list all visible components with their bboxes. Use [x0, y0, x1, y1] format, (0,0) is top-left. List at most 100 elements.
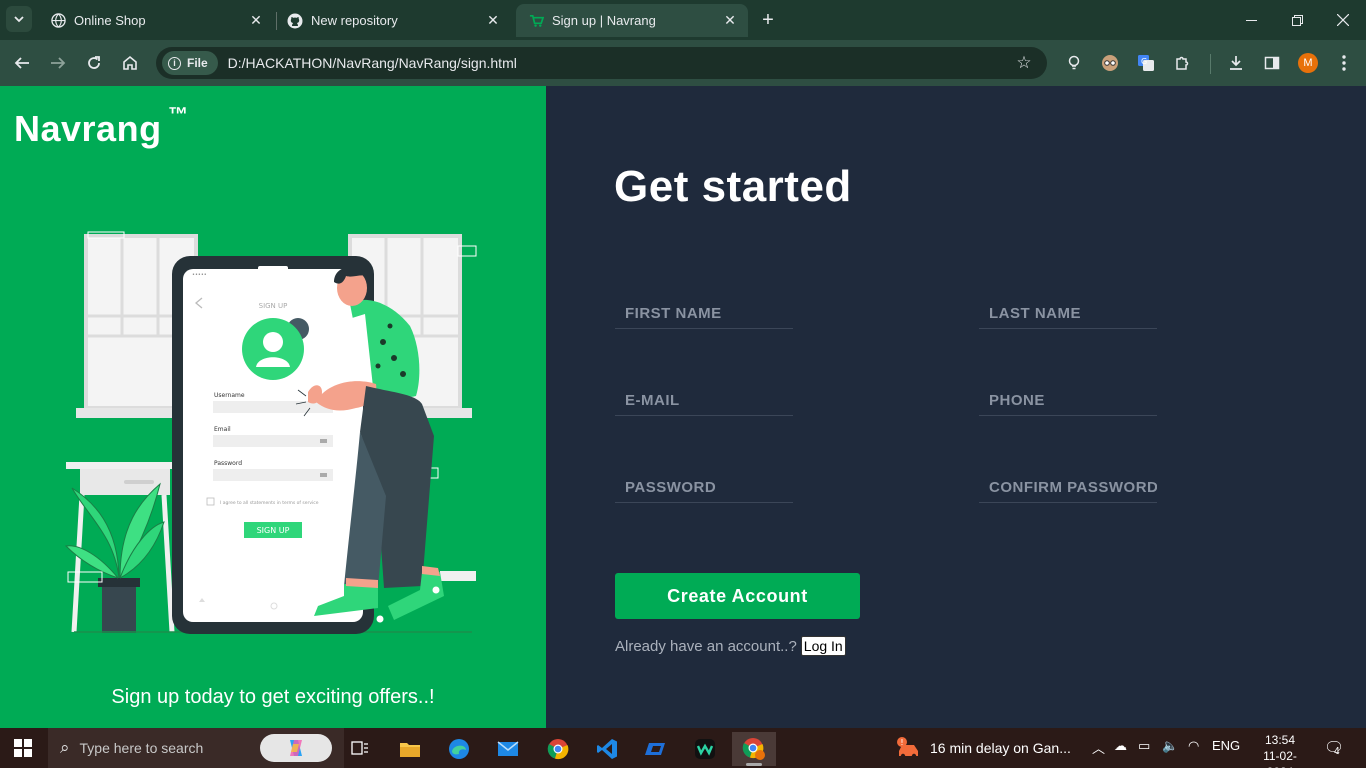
minimize-button[interactable] [1228, 0, 1274, 40]
home-icon [123, 55, 137, 70]
shopping-cart-icon [528, 13, 544, 29]
close-icon [1337, 14, 1349, 26]
language-indicator[interactable]: ENG [1212, 738, 1240, 753]
arrow-left-icon [14, 57, 29, 69]
brand-logo: Navrang [14, 108, 162, 149]
illustration-screen-title: SIGN UP [259, 302, 288, 310]
chrome-profile-icon[interactable] [732, 732, 776, 766]
download-icon[interactable] [1224, 51, 1248, 75]
webex-icon[interactable] [683, 732, 727, 766]
mail-icon[interactable] [486, 732, 530, 766]
forward-button[interactable] [44, 49, 72, 77]
browser-toolbar: i File D:/HACKATHON/NavRang/NavRang/sign… [0, 40, 1366, 86]
notification-count: 4 [1334, 746, 1340, 757]
close-tab-icon[interactable]: ✕ [483, 11, 503, 31]
illustration-username-label: Username [214, 392, 245, 399]
incognito-extension-icon[interactable] [1098, 51, 1122, 75]
edge-browser-icon[interactable] [437, 732, 481, 766]
tab-new-repository[interactable]: New repository ✕ [275, 4, 511, 37]
confirm-password-input[interactable] [979, 473, 1157, 501]
signup-illustration: ••••• SIGN UP Username Email Password I … [64, 231, 477, 634]
close-tab-icon[interactable]: ✕ [246, 11, 266, 31]
taskbar-search-box[interactable]: ⌕ Type here to search [48, 728, 344, 768]
tab-title: Sign up | Navrang [552, 13, 656, 28]
toolbar-divider [1210, 54, 1211, 74]
clock-time: 13:54 [1264, 733, 1296, 747]
first-name-field [615, 299, 793, 329]
home-button[interactable] [116, 49, 144, 77]
restore-button[interactable] [1274, 0, 1320, 40]
task-view-icon[interactable] [338, 732, 382, 766]
close-window-button[interactable] [1320, 0, 1366, 40]
reload-button[interactable] [80, 49, 108, 77]
restore-icon [1291, 14, 1303, 26]
already-have-account-text: Already have an account..? [615, 637, 797, 655]
last-name-input[interactable] [979, 299, 1157, 327]
login-prompt: Already have an account..? Log In [615, 636, 846, 656]
back-button[interactable] [8, 49, 36, 77]
chevron-up-icon[interactable]: ︿ [1092, 738, 1105, 757]
create-account-button[interactable]: Create Account [615, 573, 860, 619]
chrome-icon[interactable] [536, 732, 580, 766]
tab-title: New repository [311, 13, 398, 28]
form-heading: Get started [614, 162, 852, 211]
email-field [615, 386, 793, 416]
tab-online-shop[interactable]: Online Shop ✕ [38, 4, 274, 37]
new-tab-button[interactable]: + [756, 8, 780, 32]
bookmark-star-icon[interactable]: ☆ [1009, 53, 1039, 73]
illustration-button-label: SIGN UP [257, 526, 290, 535]
promo-panel: Navrang ™ ••••• SIGN UP Username Email P… [0, 86, 546, 728]
news-widget[interactable]: ! 16 min delay on Gan... [896, 737, 1071, 759]
promo-tagline: Sign up today to get exciting offers..! [111, 686, 435, 708]
illustration-email-label: Email [214, 426, 231, 433]
arrow-right-icon [51, 57, 66, 69]
more-menu-icon[interactable] [1332, 51, 1356, 75]
svg-text:G: G [1141, 57, 1147, 66]
profile-avatar[interactable]: M [1298, 53, 1318, 73]
file-explorer-icon[interactable] [388, 732, 432, 766]
system-clock[interactable]: 13:54 11-02-2024 [1250, 732, 1310, 768]
notification-center[interactable]: 🗨 4 [1324, 738, 1344, 758]
traffic-alert-icon: ! [897, 737, 918, 759]
close-tab-icon[interactable]: ✕ [720, 11, 740, 31]
signup-form-panel: Get started Create Account Already have … [546, 86, 1366, 728]
first-name-input[interactable] [615, 299, 793, 327]
email-input[interactable] [615, 386, 793, 414]
tab-title: Online Shop [74, 13, 146, 28]
search-icon: ⌕ [60, 738, 70, 757]
password-input[interactable] [615, 473, 793, 501]
side-panel-icon[interactable] [1260, 51, 1284, 75]
site-info-label: File [187, 56, 208, 70]
app-icon-blue[interactable] [634, 732, 678, 766]
phone-input[interactable] [979, 386, 1157, 414]
windows-taskbar: ⌕ Type here to search ! 16 min delay on … [0, 728, 1366, 768]
tab-search-button[interactable] [6, 6, 32, 32]
url-text[interactable]: D:/HACKATHON/NavRang/NavRang/sign.html [228, 55, 1009, 71]
lightbulb-extension-icon[interactable] [1062, 51, 1086, 75]
login-button[interactable]: Log In [800, 636, 846, 656]
minimize-icon [1245, 19, 1257, 21]
battery-icon[interactable]: ▭ [1138, 738, 1150, 754]
trademark-symbol: ™ [168, 104, 188, 126]
news-headline: 16 min delay on Gan... [930, 740, 1071, 756]
address-bar[interactable]: i File D:/HACKATHON/NavRang/NavRang/sign… [156, 47, 1047, 79]
windows-start-icon[interactable] [14, 739, 32, 757]
phone-field [979, 386, 1157, 416]
volume-icon[interactable]: 🔈 [1162, 738, 1178, 754]
info-icon: i [168, 56, 181, 70]
site-info-chip[interactable]: i File [162, 51, 218, 75]
browser-tab-strip: Online Shop ✕ New repository ✕ Sign up |… [0, 0, 1366, 40]
cloud-sync-icon[interactable]: ☁ [1114, 738, 1127, 754]
github-icon [287, 13, 303, 29]
chevron-down-icon [14, 16, 24, 23]
vscode-icon[interactable] [585, 732, 629, 766]
translate-extension-icon[interactable]: G [1134, 51, 1158, 75]
copilot-icon[interactable] [260, 734, 332, 762]
password-field [615, 473, 793, 503]
last-name-field [979, 299, 1157, 329]
web-page: Navrang ™ ••••• SIGN UP Username Email P… [0, 86, 1366, 728]
globe-icon [50, 13, 66, 29]
tab-sign-up[interactable]: Sign up | Navrang ✕ [516, 4, 748, 37]
puzzle-extensions-icon[interactable] [1170, 51, 1194, 75]
wifi-icon[interactable]: ◠ [1188, 738, 1199, 754]
